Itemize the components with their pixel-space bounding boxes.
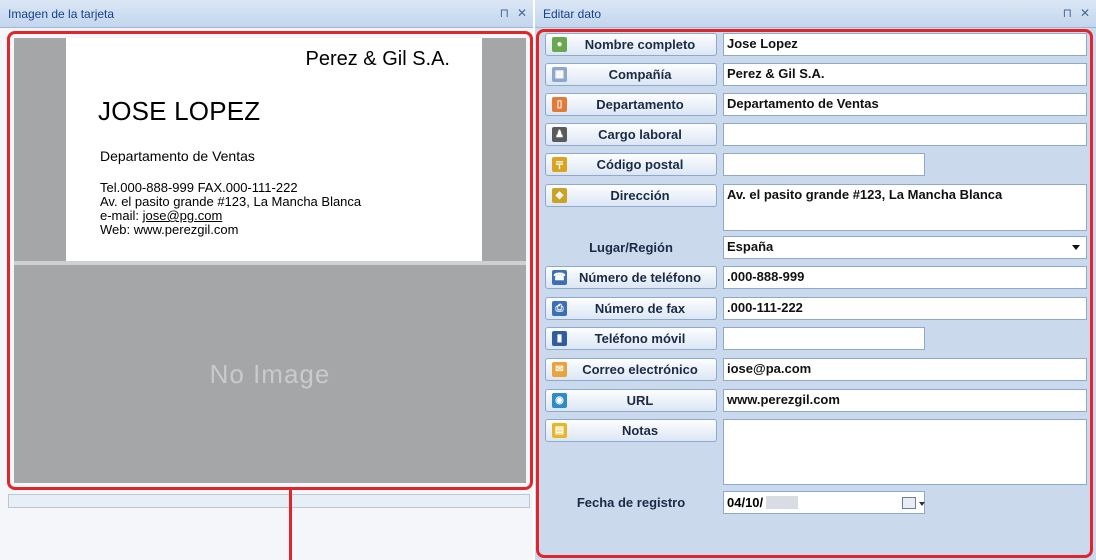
callout-outline-card — [7, 31, 533, 490]
edit-data-panel: Editar dato ⊓ ✕ ● Nombre completo Jose L… — [535, 0, 1096, 560]
pin-icon[interactable]: ⊓ — [500, 6, 509, 20]
close-icon[interactable]: ✕ — [1080, 6, 1090, 20]
callout-outline-edit — [536, 29, 1093, 558]
card-image-panel-header: Imagen de la tarjeta ⊓ ✕ — [0, 0, 533, 28]
callout-pointer — [289, 490, 292, 560]
edit-data-panel-title: Editar dato — [543, 6, 602, 21]
pin-icon[interactable]: ⊓ — [1063, 6, 1072, 20]
app-window: Imagen de la tarjeta ⊓ ✕ Perez & Gil S.A… — [0, 0, 1096, 560]
close-icon[interactable]: ✕ — [517, 6, 527, 20]
edit-data-panel-header: Editar dato ⊓ ✕ — [535, 0, 1096, 28]
card-image-panel-title: Imagen de la tarjeta — [8, 6, 115, 21]
left-panel-scroll-bar[interactable] — [8, 494, 530, 508]
card-image-panel: Imagen de la tarjeta ⊓ ✕ Perez & Gil S.A… — [0, 0, 533, 560]
